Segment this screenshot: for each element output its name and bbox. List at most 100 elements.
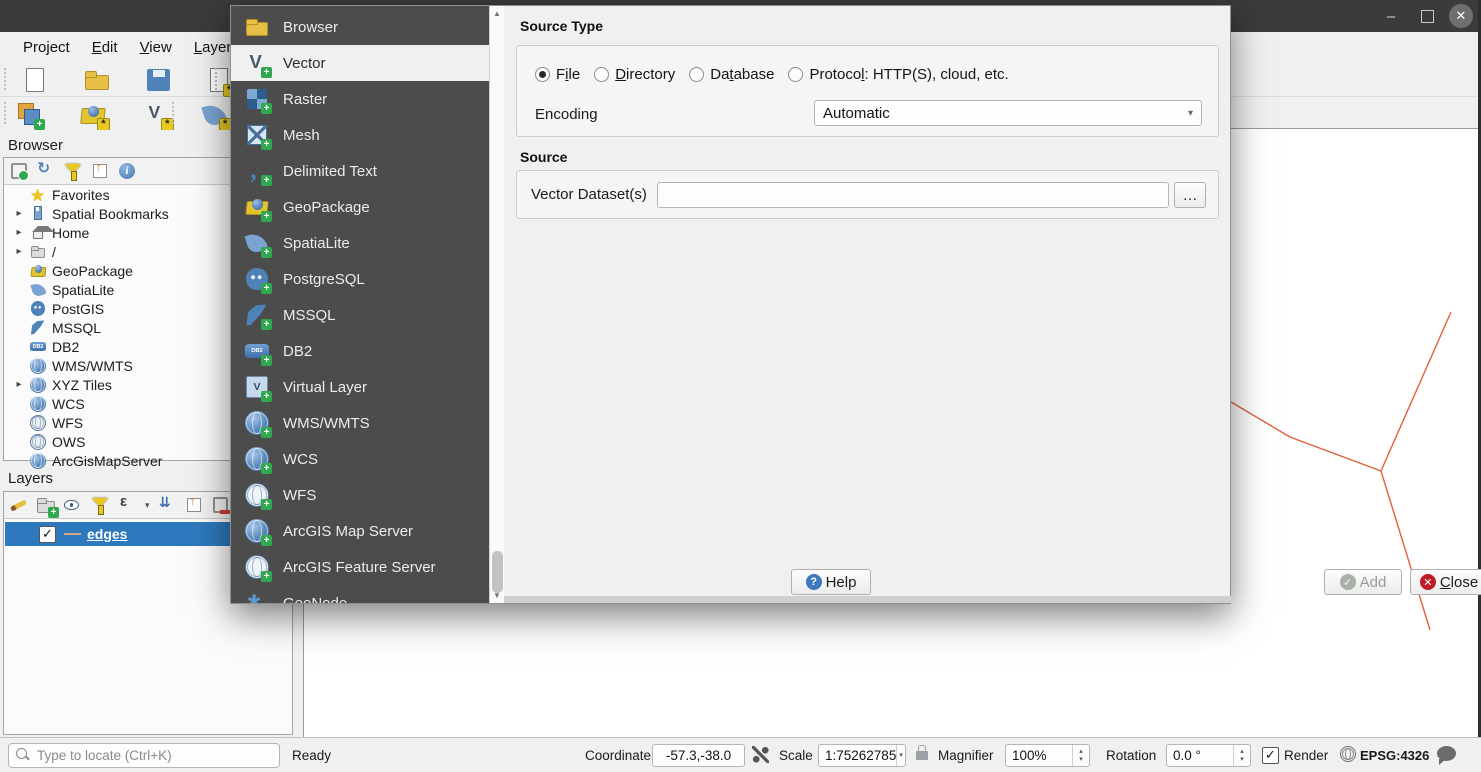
sidebar-item-delimited-text[interactable]: + Delimited Text	[231, 153, 489, 189]
properties-icon[interactable]	[117, 161, 137, 181]
dialog-sidebar-scrollbar[interactable]: ▲ ▼	[489, 6, 504, 603]
close-button[interactable]: ✕ Close	[1410, 569, 1481, 595]
postgis-icon	[30, 301, 46, 317]
xyz-tiles-icon	[30, 377, 46, 393]
close-window-button[interactable]: ✕	[1448, 0, 1474, 32]
rotation-spinbox[interactable]: 0.0 ° ▴▾	[1166, 744, 1251, 767]
sidebar-item-virtual-layer[interactable]: + Virtual Layer	[231, 369, 489, 405]
sidebar-item-wms-wmts[interactable]: + WMS/WMTS	[231, 405, 489, 441]
add-button[interactable]: ✓ Add	[1324, 569, 1402, 595]
search-icon	[16, 748, 30, 762]
locate-input[interactable]	[8, 743, 280, 768]
radio-file-circle[interactable]	[535, 67, 550, 82]
crs-globe-icon[interactable]	[1340, 746, 1356, 762]
radio-protocol-circle[interactable]	[788, 67, 803, 82]
sidebar-item-wcs[interactable]: + WCS	[231, 441, 489, 477]
sidebar-item-arcgis-map-server[interactable]: + ArcGIS Map Server	[231, 513, 489, 549]
coordinate-field[interactable]: -57.3,-38.0	[652, 744, 745, 767]
render-checkbox[interactable]: ✓	[1262, 747, 1279, 764]
layer-visibility-checkbox[interactable]: ✓	[39, 526, 56, 543]
toolbar-handle[interactable]	[215, 68, 217, 90]
scale-dropdown-icon[interactable]: ▾	[896, 745, 905, 766]
data-source-manager-icon[interactable]: +	[16, 101, 42, 127]
new-project-icon[interactable]	[22, 67, 48, 93]
magnifier-spinbox[interactable]: 100% ▴▾	[1005, 744, 1090, 767]
source-heading: Source	[520, 149, 567, 165]
collapse-all-icon[interactable]	[90, 161, 110, 181]
sidebar-item-mssql[interactable]: + MSSQL	[231, 297, 489, 333]
refresh-icon[interactable]	[36, 161, 56, 181]
maximize-button[interactable]	[1414, 0, 1440, 32]
expand-chevron-icon[interactable]: ▸	[14, 246, 24, 257]
filter-browser-icon[interactable]	[63, 161, 83, 181]
filter-expression-icon[interactable]	[117, 495, 137, 515]
new-spatialite-layer-icon[interactable]: *	[202, 101, 228, 127]
manage-visibility-icon[interactable]	[63, 495, 83, 515]
lock-scale-icon[interactable]	[916, 751, 928, 760]
minimize-button[interactable]: –	[1378, 0, 1404, 32]
mssql-icon	[30, 320, 46, 336]
panel-splitter[interactable]: ·····	[100, 456, 137, 471]
crs-status[interactable]: EPSG:4326	[1360, 748, 1429, 763]
open-project-icon[interactable]	[84, 67, 110, 93]
save-project-icon[interactable]	[146, 67, 172, 93]
ows-icon	[30, 434, 46, 450]
status-bar: Ready Coordinate -57.3,-38.0 Scale 1:752…	[0, 737, 1481, 772]
radio-file[interactable]: File	[535, 66, 580, 83]
expand-chevron-icon[interactable]: ▸	[14, 227, 24, 238]
sidebar-item-db2[interactable]: + DB2	[231, 333, 489, 369]
expand-chevron-icon[interactable]: ▸	[14, 208, 24, 219]
toolbar-separator	[172, 102, 174, 124]
collapse-all-icon[interactable]	[184, 495, 204, 515]
sidebar-item-postgresql[interactable]: + PostgreSQL	[231, 261, 489, 297]
radio-database-circle[interactable]	[689, 67, 704, 82]
scrollbar-thumb[interactable]	[492, 551, 503, 593]
help-button[interactable]: ? Help	[791, 569, 871, 595]
sidebar-item-browser[interactable]: Browser	[231, 9, 489, 45]
encoding-dropdown[interactable]: Automatic ▾	[814, 100, 1202, 126]
rotation-label: Rotation	[1106, 748, 1156, 763]
remove-layer-icon[interactable]	[211, 495, 231, 515]
extents-toggle-icon[interactable]	[752, 746, 769, 763]
messages-icon[interactable]	[1437, 746, 1456, 761]
sidebar-item-geopackage[interactable]: + GeoPackage	[231, 189, 489, 225]
sidebar-item-vector[interactable]: + Vector	[231, 45, 489, 81]
filter-legend-icon[interactable]	[90, 495, 110, 515]
spatial-bookmarks-icon	[30, 206, 46, 222]
spin-arrows-icon[interactable]: ▴▾	[1233, 745, 1250, 766]
browse-dataset-button[interactable]: …	[1174, 182, 1206, 208]
menu-view[interactable]: View	[129, 35, 183, 60]
sidebar-item-geonode[interactable]: + GeoNode	[231, 585, 489, 603]
scroll-up-icon[interactable]: ▲	[490, 9, 504, 18]
radio-directory-circle[interactable]	[594, 67, 609, 82]
radio-directory[interactable]: Directory	[594, 66, 675, 83]
spin-arrows-icon[interactable]: ▴▾	[1072, 745, 1089, 766]
toolbar-handle[interactable]	[4, 102, 6, 124]
sidebar-item-raster[interactable]: + Raster	[231, 81, 489, 117]
sidebar-item-spatialite[interactable]: + SpatiaLite	[231, 225, 489, 261]
source-group: Vector Dataset(s) …	[516, 170, 1219, 219]
new-geopackage-layer-icon[interactable]: *	[80, 101, 106, 127]
add-group-icon[interactable]: +	[36, 495, 56, 515]
add-icon: ✓	[1340, 574, 1356, 590]
menu-edit[interactable]: Edit	[81, 35, 129, 60]
scale-combobox[interactable]: 1:75262785 ▾	[818, 744, 906, 767]
open-layer-styling-icon[interactable]	[9, 495, 29, 515]
radio-database[interactable]: Database	[689, 66, 774, 83]
dropdown-caret-icon[interactable]: ▾	[145, 500, 150, 511]
toolbar-handle[interactable]	[4, 68, 6, 90]
expand-chevron-icon[interactable]: ▸	[14, 379, 24, 390]
vector-dataset-input[interactable]	[657, 182, 1169, 208]
new-shapefile-layer-icon[interactable]: *	[144, 101, 170, 127]
sidebar-item-arcgis-feature-server[interactable]: + ArcGIS Feature Server	[231, 549, 489, 585]
menu-project[interactable]: Project	[12, 35, 81, 60]
add-selected-layers-icon[interactable]	[9, 161, 29, 181]
radio-protocol[interactable]: Protocol: HTTP(S), cloud, etc.	[788, 66, 1008, 83]
minimize-icon: –	[1387, 8, 1395, 25]
data-source-manager-dialog: Browser + Vector + Raster + Mesh + Delim…	[230, 5, 1231, 604]
new-print-layout-icon[interactable]: *	[206, 67, 232, 93]
sidebar-item-wfs[interactable]: + WFS	[231, 477, 489, 513]
magnifier-label: Magnifier	[938, 748, 994, 763]
sidebar-item-mesh[interactable]: + Mesh	[231, 117, 489, 153]
expand-all-icon[interactable]	[157, 495, 177, 515]
